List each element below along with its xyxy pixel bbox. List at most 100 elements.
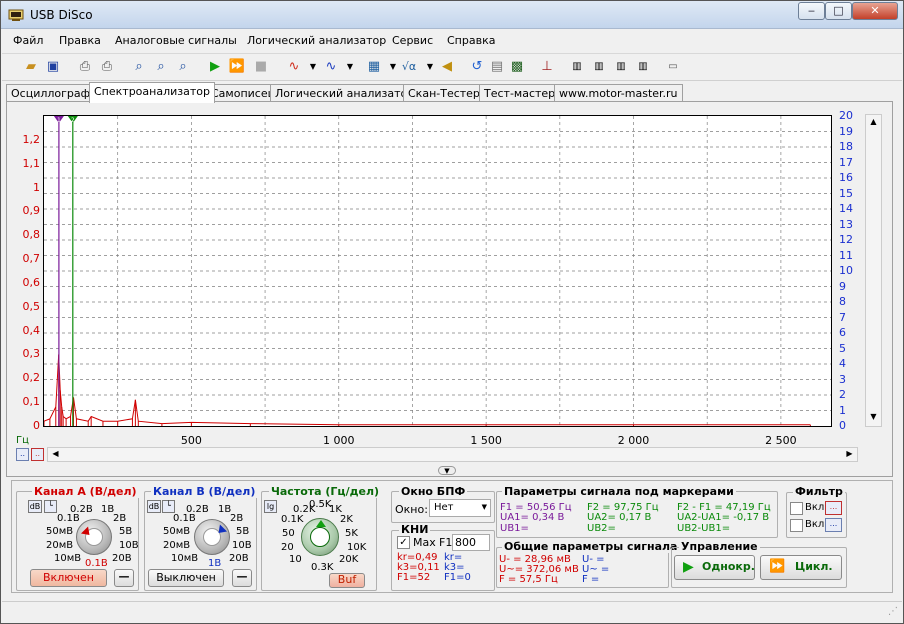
tab-logic-analyzer[interactable]: Логический анализатор (270, 84, 420, 102)
marker-ub2: UB2= (587, 523, 616, 534)
chan-b-volts-knob[interactable] (194, 519, 230, 555)
filter-b-checkbox[interactable] (790, 519, 803, 532)
zoom-in-icon[interactable]: ⌕ (152, 58, 170, 76)
chan-a-volts-knob[interactable] (76, 519, 112, 555)
window-icon[interactable]: ▤ (488, 58, 506, 76)
vertical-scrollbar[interactable]: ▲ ▼ (865, 114, 882, 427)
sound-icon[interactable]: ◀ (438, 58, 456, 76)
fft-window-select[interactable]: Нет ▼ (429, 499, 491, 517)
menu-analog[interactable]: Аналоговые сигналы (115, 34, 237, 47)
maximize-button[interactable]: □ (825, 2, 852, 20)
chan-b-tick-20v: 20В (229, 553, 249, 564)
save-icon[interactable]: ▣ (44, 58, 62, 76)
freq-log-button[interactable]: lg (264, 500, 277, 513)
math-icon[interactable]: √α (400, 58, 418, 76)
y-right-tick-label: 8 (839, 295, 846, 308)
menu-help[interactable]: Справка (447, 34, 495, 47)
tab-recorder[interactable]: Самописец (206, 84, 281, 102)
fft-window-title: Окно БПФ (399, 485, 468, 498)
x-zoom-out-button[interactable]: .. (16, 448, 29, 461)
freq-knob[interactable] (301, 518, 339, 556)
chip-4-icon[interactable]: ▥ (634, 58, 652, 76)
tab-website[interactable]: www.motor-master.ru (554, 84, 683, 102)
chan-b-invert-button[interactable]: — (232, 569, 252, 587)
tab-spectrum[interactable]: Спектроанализатор (89, 82, 215, 103)
marker-ua2: UA2= 0,17 В (587, 512, 652, 523)
single-run-button[interactable]: ▶ Однокр. (674, 555, 755, 580)
kni-f1-input[interactable]: 800 (452, 534, 490, 551)
chan-a-tick-10mv: 10мВ (54, 553, 82, 564)
chip-1-icon[interactable]: ▥ (568, 58, 586, 76)
scroll-up-icon[interactable]: ▲ (866, 115, 881, 130)
refresh-icon[interactable]: ↺ (468, 58, 486, 76)
chan-a-enable-button[interactable]: Включен (30, 569, 107, 587)
probe-icon[interactable]: ⊥ (538, 58, 556, 76)
y-right-tick-label: 0 (839, 419, 846, 432)
chan-b-db-button[interactable]: dB (147, 500, 161, 513)
menu-service[interactable]: Сервис (392, 34, 433, 47)
y-right-tick-label: 12 (839, 233, 853, 246)
stop-icon[interactable]: ■ (252, 58, 270, 76)
minimize-button[interactable]: ‒ (798, 2, 825, 20)
freq-tick-2k: 2K (340, 514, 353, 525)
zoom-fit-icon[interactable]: ⌕ (130, 58, 148, 76)
open-folder-icon[interactable]: ▰ (22, 58, 40, 76)
tab-test-master[interactable]: Тест-мастер (479, 84, 561, 102)
chan-a-invert-button[interactable]: — (114, 569, 134, 587)
signal-a-icon[interactable]: ∿ (285, 58, 303, 76)
y-right-tick-label: 10 (839, 264, 853, 277)
frequency-title: Частота (Гц/дел) (269, 485, 382, 498)
chan-a-tick-5v: 5В (119, 526, 133, 537)
chevron-down-icon[interactable]: ▼ (421, 58, 439, 76)
chan-a-log-icon[interactable]: └ (44, 500, 57, 513)
play-icon[interactable]: ▶ (206, 58, 224, 76)
chevron-down-icon[interactable]: ▼ (304, 58, 322, 76)
chan-b-enable-button[interactable]: Выключен (148, 569, 224, 587)
horizontal-scrollbar[interactable]: ◀ ▶ (47, 447, 858, 462)
chip-2-icon[interactable]: ▥ (590, 58, 608, 76)
y-right-tick-label: 17 (839, 155, 853, 169)
kni-f1-a: F1=52 (397, 572, 431, 583)
filter-a-settings-button[interactable]: ... (825, 501, 842, 515)
chip-3-icon[interactable]: ▥ (612, 58, 630, 76)
calculator-icon[interactable]: ▩ (508, 58, 526, 76)
filter-b-label: Вкл (805, 519, 825, 530)
menu-logic[interactable]: Логический анализатор (247, 34, 386, 47)
zoom-out-icon[interactable]: ⌕ (174, 58, 192, 76)
scroll-down-icon[interactable]: ▼ (866, 410, 881, 425)
menu-file[interactable]: Файл (13, 34, 43, 47)
y-left-tick-label: 1,1 (22, 156, 41, 170)
control-title: Управление (679, 540, 760, 553)
signal-b-icon[interactable]: ∿ (322, 58, 340, 76)
filter-a-checkbox[interactable] (790, 502, 803, 515)
filter-b-settings-button[interactable]: ... (825, 518, 842, 532)
kni-max-checkbox[interactable]: ✓ (397, 536, 410, 549)
x-tick-label: 2 500 (765, 434, 797, 447)
splitter-toggle-icon[interactable]: ▼ (438, 466, 456, 475)
y-right-tick-label: 9 (839, 279, 846, 293)
print-icon[interactable]: ⎙ (98, 58, 116, 76)
tab-oscilloscope[interactable]: Осциллограф (6, 84, 96, 102)
tab-strip: Осциллограф Спектроанализатор Самописец … (2, 82, 902, 103)
scroll-right-icon[interactable]: ▶ (842, 447, 857, 462)
chan-a-tick-20mv: 20мВ (46, 540, 74, 551)
spectrum-chart[interactable]: 12 (43, 115, 832, 427)
resize-grip-icon[interactable]: ⋰ (888, 606, 898, 617)
y-right-tick-label: 13 (839, 217, 853, 231)
chan-b-tick-5v: 5В (236, 526, 250, 537)
usb-device-icon[interactable]: ▭ (664, 58, 682, 76)
buffer-button[interactable]: Buf (329, 573, 365, 588)
menu-edit[interactable]: Правка (59, 34, 101, 47)
close-button[interactable]: ✕ (852, 2, 898, 20)
tab-scan-tester[interactable]: Скан-Тестер (403, 84, 485, 102)
x-zoom-in-button[interactable]: .. (31, 448, 44, 461)
scroll-left-icon[interactable]: ◀ (48, 447, 63, 462)
cycle-run-button[interactable]: ⏩ Цикл. (760, 555, 842, 580)
x-tick-label: 1 000 (323, 434, 355, 447)
print-preview-icon[interactable]: ⎙ (76, 58, 94, 76)
chan-b-log-icon[interactable]: └ (162, 500, 175, 513)
chan-a-db-button[interactable]: dB (28, 500, 42, 513)
chevron-down-icon[interactable]: ▼ (341, 58, 359, 76)
grid-icon[interactable]: ▦ (365, 58, 383, 76)
fast-forward-icon[interactable]: ⏩ (228, 58, 246, 76)
